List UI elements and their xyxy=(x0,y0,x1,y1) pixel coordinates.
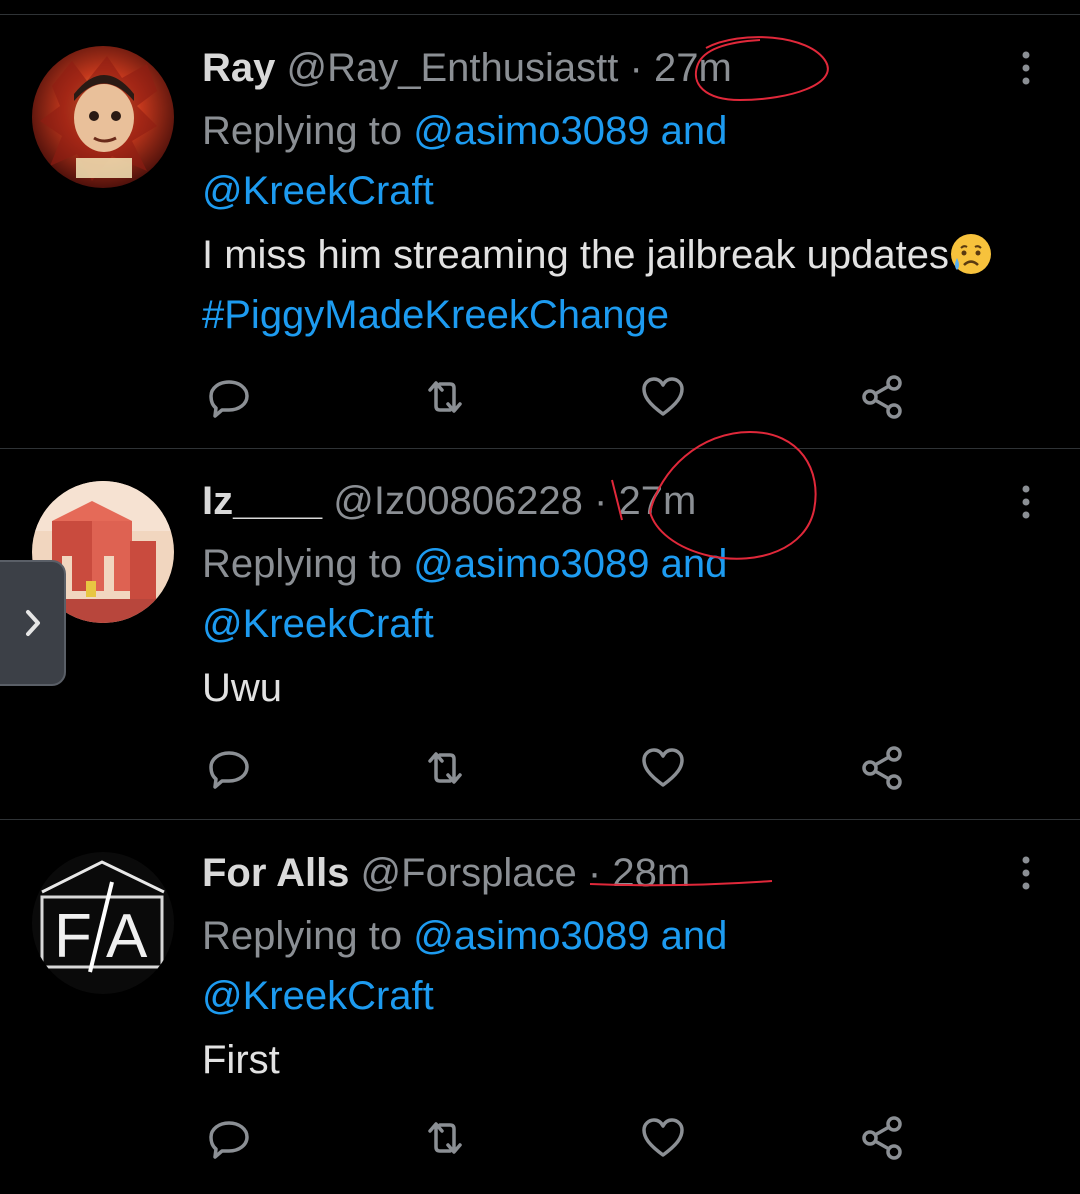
mention-link[interactable]: @KreekCraft xyxy=(202,602,434,646)
mention-link[interactable]: @asimo3089 xyxy=(413,109,649,153)
share-icon[interactable] xyxy=(858,372,908,422)
mention-link[interactable]: @KreekCraft xyxy=(202,169,434,213)
tweet-actions xyxy=(202,743,922,793)
tweet-actions xyxy=(202,372,922,422)
tweet[interactable]: Ray @Ray_Enthusiastt · 27m Replying to @… xyxy=(0,15,1080,449)
more-options-icon[interactable] xyxy=(1016,854,1036,894)
tweet-body: Uwu xyxy=(202,666,283,710)
retweet-icon[interactable] xyxy=(420,743,470,793)
reply-icon[interactable] xyxy=(204,743,254,793)
sad-face-emoji-icon xyxy=(949,232,993,276)
like-icon[interactable] xyxy=(638,1113,688,1163)
timestamp[interactable]: 28m xyxy=(612,851,690,895)
user-handle[interactable]: @Iz00806228 xyxy=(333,479,583,523)
replying-to-label: Replying to xyxy=(202,109,403,153)
replying-to: Replying to @asimo3089 and @KreekCraft xyxy=(202,101,1000,221)
avatar[interactable]: F A xyxy=(32,852,174,994)
and-link[interactable]: and xyxy=(661,109,728,153)
separator: · xyxy=(594,479,608,523)
display-name[interactable]: Ray xyxy=(202,46,275,90)
tweet-text: Uwu xyxy=(202,658,1000,718)
tweet[interactable]: Iz____ @Iz00806228 · 27m Replying to @as… xyxy=(0,449,1080,820)
replying-to-label: Replying to xyxy=(202,914,403,958)
display-name[interactable]: Iz____ xyxy=(202,479,322,523)
share-icon[interactable] xyxy=(858,743,908,793)
more-options-icon[interactable] xyxy=(1016,49,1036,89)
replying-to: Replying to @asimo3089 and @KreekCraft xyxy=(202,534,1000,654)
more-options-icon[interactable] xyxy=(1016,483,1036,523)
retweet-icon[interactable] xyxy=(420,372,470,422)
and-link[interactable]: and xyxy=(661,542,728,586)
mention-link[interactable]: @KreekCraft xyxy=(202,974,434,1018)
tweet-header: Iz____ @Iz00806228 · 27m xyxy=(202,476,1000,526)
svg-text:F: F xyxy=(54,902,92,971)
tweet[interactable]: F A For Alls @Forsplace · 28m Replying t… xyxy=(0,820,1080,1194)
timestamp[interactable]: 27m xyxy=(654,46,732,90)
reply-icon[interactable] xyxy=(204,372,254,422)
side-panel-tab[interactable] xyxy=(0,560,66,686)
user-handle[interactable]: @Forsplace xyxy=(361,851,577,895)
display-name[interactable]: For Alls xyxy=(202,851,349,895)
replying-to-label: Replying to xyxy=(202,542,403,586)
tweet-body: First xyxy=(202,1038,280,1082)
user-handle[interactable]: @Ray_Enthusiastt xyxy=(287,46,619,90)
and-link[interactable]: and xyxy=(661,914,728,958)
avatar[interactable] xyxy=(32,46,174,188)
mention-link[interactable]: @asimo3089 xyxy=(413,914,649,958)
tweet-header: Ray @Ray_Enthusiastt · 27m xyxy=(202,43,1000,93)
timestamp[interactable]: 27m xyxy=(619,479,697,523)
svg-text:A: A xyxy=(106,902,148,971)
retweet-icon[interactable] xyxy=(420,1113,470,1163)
like-icon[interactable] xyxy=(638,743,688,793)
replying-to: Replying to @asimo3089 and @KreekCraft xyxy=(202,906,1000,1026)
share-icon[interactable] xyxy=(858,1113,908,1163)
separator: · xyxy=(629,46,643,90)
reply-icon[interactable] xyxy=(204,1113,254,1163)
tweet-text: First xyxy=(202,1030,1000,1090)
like-icon[interactable] xyxy=(638,372,688,422)
separator: · xyxy=(587,851,602,895)
tweet-actions xyxy=(202,1113,922,1163)
tweet-body: I miss him streaming the jailbreak updat… xyxy=(202,233,949,277)
chevron-right-icon xyxy=(26,610,40,636)
hashtag-link[interactable]: #PiggyMadeKreekChange xyxy=(202,293,669,337)
tweet-text: I miss him streaming the jailbreak updat… xyxy=(202,225,1000,345)
tweet-header: For Alls @Forsplace · 28m xyxy=(202,848,1000,898)
mention-link[interactable]: @asimo3089 xyxy=(413,542,649,586)
